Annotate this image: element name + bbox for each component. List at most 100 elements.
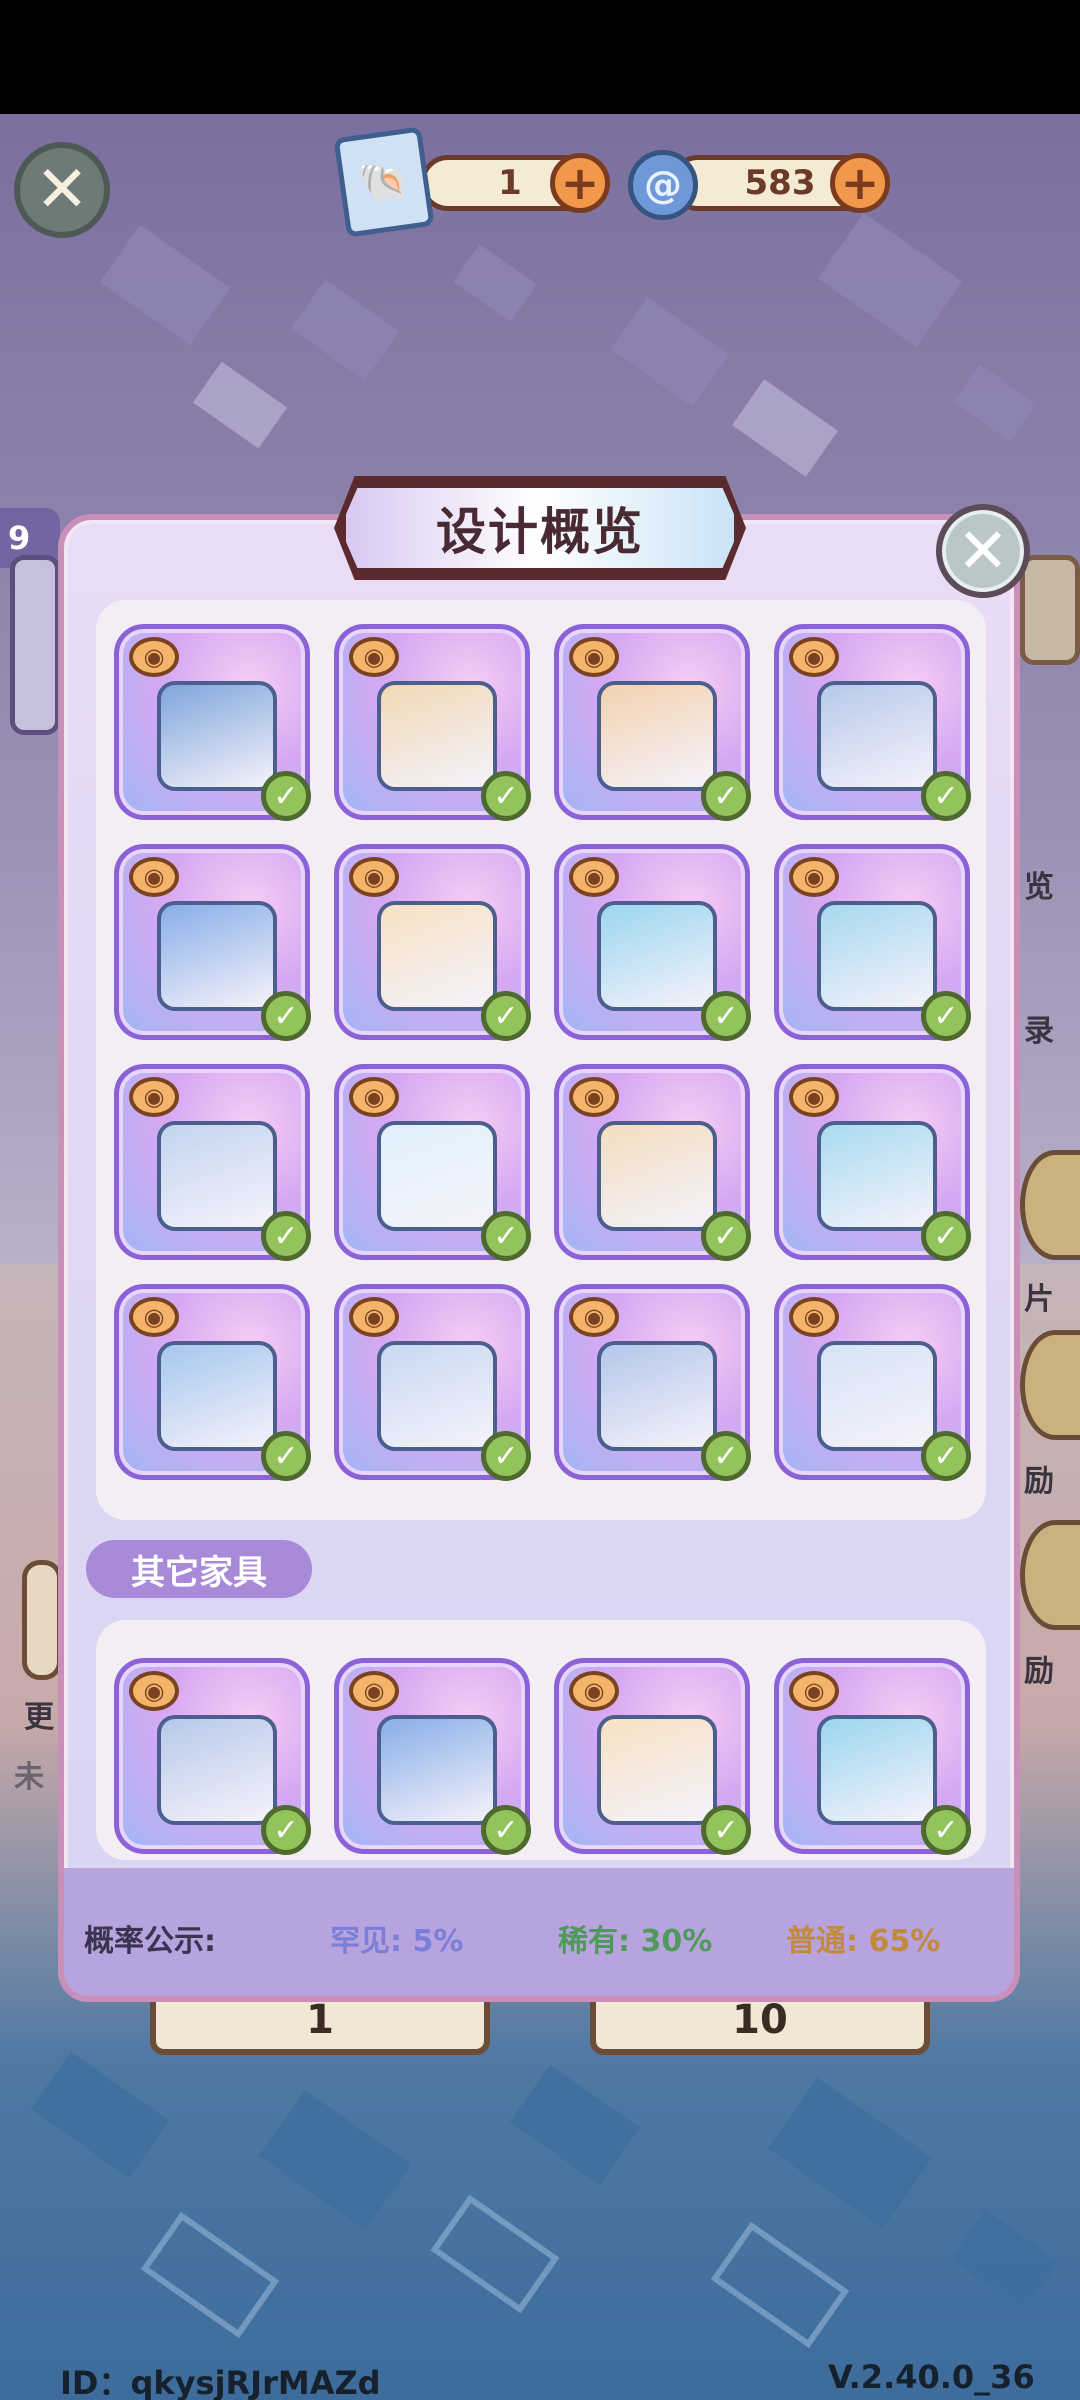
checkmark-icon: ✓ — [481, 771, 531, 821]
checkmark-icon: ✓ — [261, 771, 311, 821]
furniture-card-aquarium-cabinet[interactable]: ◉ ✓ — [774, 844, 971, 1041]
eye-icon[interactable]: ◉ — [789, 1297, 839, 1337]
water-rug-icon — [817, 1121, 937, 1231]
vanity-table-icon — [157, 681, 277, 791]
side-card-right — [1020, 555, 1080, 665]
side-label: 更 — [24, 1700, 54, 1735]
furniture-card-coral-rock[interactable]: ◉ ✓ — [114, 1658, 311, 1855]
furniture-card-canopy-bed[interactable]: ◉ ✓ — [774, 624, 971, 821]
furniture-card-curtain-drape[interactable]: ◉ ✓ — [114, 1064, 311, 1261]
furniture-card-ocean-desk[interactable]: ◉ ✓ — [114, 844, 311, 1041]
furniture-card-arched-window[interactable]: ◉ ✓ — [114, 1284, 311, 1481]
furniture-card-pillar-lamp[interactable]: ◉ ✓ — [554, 624, 751, 821]
furniture-card-whale-decor[interactable]: ◉ ✓ — [554, 1658, 751, 1855]
checkmark-icon: ✓ — [701, 991, 751, 1041]
eye-icon[interactable]: ◉ — [789, 1077, 839, 1117]
aquarium-cabinet-icon — [817, 901, 937, 1011]
checkmark-icon: ✓ — [921, 1431, 971, 1481]
eye-icon[interactable]: ◉ — [129, 637, 179, 677]
conch-decor-icon — [817, 1341, 937, 1451]
side-card-left — [10, 555, 60, 735]
draw-once-label: 1 — [306, 1997, 334, 2043]
checkmark-icon: ✓ — [261, 1431, 311, 1481]
tall-mirror-icon — [377, 1341, 497, 1451]
furniture-card-double-door[interactable]: ◉ ✓ — [554, 1284, 751, 1481]
eye-icon[interactable]: ◉ — [569, 857, 619, 897]
eye-icon[interactable]: ◉ — [129, 1297, 179, 1337]
eye-icon[interactable]: ◉ — [129, 1671, 179, 1711]
furniture-card-vanity-table[interactable]: ◉ ✓ — [114, 624, 311, 821]
side-label: 励 — [1024, 1464, 1054, 1499]
checkmark-icon: ✓ — [921, 771, 971, 821]
side-label: 片 — [1024, 1282, 1054, 1317]
furniture-card-bubble-globe[interactable]: ◉ ✓ — [334, 1064, 531, 1261]
checkmark-icon: ✓ — [481, 1211, 531, 1261]
other-furniture-header: 其它家具 — [86, 1540, 312, 1598]
furniture-card-water-rug[interactable]: ◉ ✓ — [774, 1064, 971, 1261]
coral-reef-icon — [377, 1715, 497, 1825]
eye-icon[interactable]: ◉ — [789, 1671, 839, 1711]
checkmark-icon: ✓ — [701, 1805, 751, 1855]
eye-icon[interactable]: ◉ — [349, 637, 399, 677]
hanging-basket-icon — [817, 1715, 937, 1825]
eye-icon[interactable]: ◉ — [129, 1077, 179, 1117]
checkmark-icon: ✓ — [921, 1211, 971, 1261]
status-bar — [0, 0, 1080, 114]
double-door-icon — [597, 1341, 717, 1451]
furniture-card-conch-decor[interactable]: ◉ ✓ — [774, 1284, 971, 1481]
bubble-globe-icon — [377, 1121, 497, 1231]
modal-title-banner: 设计概览 — [340, 482, 740, 574]
swirl-gem-icon: @ — [628, 150, 698, 220]
eye-icon[interactable]: ◉ — [349, 1077, 399, 1117]
furniture-card-shell-lamp[interactable]: ◉ ✓ — [554, 1064, 751, 1261]
furniture-card-coral-reef[interactable]: ◉ ✓ — [334, 1658, 531, 1855]
eye-icon[interactable]: ◉ — [789, 857, 839, 897]
side-button-left[interactable] — [22, 1560, 62, 1680]
checkmark-icon: ✓ — [261, 1211, 311, 1261]
furniture-card-hanging-basket[interactable]: ◉ ✓ — [774, 1658, 971, 1855]
checkmark-icon: ✓ — [481, 991, 531, 1041]
checkmark-icon: ✓ — [701, 771, 751, 821]
uncommon-rate: 稀有: 30% — [558, 1924, 713, 1959]
checkmark-icon: ✓ — [921, 991, 971, 1041]
rare-rate: 罕见: 5% — [330, 1924, 464, 1959]
furniture-card-shell-bed[interactable]: ◉ ✓ — [554, 844, 751, 1041]
furniture-card-tall-mirror[interactable]: ◉ ✓ — [334, 1284, 531, 1481]
eye-icon[interactable]: ◉ — [349, 1671, 399, 1711]
ocean-desk-icon — [157, 901, 277, 1011]
checkmark-icon: ✓ — [701, 1431, 751, 1481]
eye-icon[interactable]: ◉ — [569, 637, 619, 677]
modal-title: 设计概览 — [436, 503, 644, 561]
eye-icon[interactable]: ◉ — [129, 857, 179, 897]
checkmark-icon: ✓ — [261, 991, 311, 1041]
coral-rock-icon — [157, 1715, 277, 1825]
version-label: V.2.40.0_36 — [828, 2358, 1035, 2396]
close-main-button[interactable]: ✕ — [14, 142, 110, 238]
modal-close-button[interactable]: ✕ — [936, 504, 1030, 598]
eye-icon[interactable]: ◉ — [569, 1077, 619, 1117]
eye-icon[interactable]: ◉ — [569, 1671, 619, 1711]
whale-decor-icon — [597, 1715, 717, 1825]
eye-icon[interactable]: ◉ — [789, 637, 839, 677]
checkmark-icon: ✓ — [261, 1805, 311, 1855]
scroll-icon: 🐚 — [333, 126, 435, 238]
shell-bed-icon — [597, 901, 717, 1011]
checkmark-icon: ✓ — [481, 1431, 531, 1481]
eye-icon[interactable]: ◉ — [569, 1297, 619, 1337]
furniture-card-cushion-stool[interactable]: ◉ ✓ — [334, 844, 531, 1041]
checkmark-icon: ✓ — [921, 1805, 971, 1855]
add-gem-button[interactable]: + — [830, 153, 890, 213]
add-scroll-button[interactable]: + — [550, 153, 610, 213]
close-icon: ✕ — [957, 514, 1009, 587]
draw-ten-label: 10 — [732, 1997, 788, 2043]
eye-icon[interactable]: ◉ — [349, 1297, 399, 1337]
chaise-lounge-icon — [377, 681, 497, 791]
side-label: 励 — [1024, 1654, 1054, 1689]
checkmark-icon: ✓ — [701, 1211, 751, 1261]
eye-icon[interactable]: ◉ — [349, 857, 399, 897]
checkmark-icon: ✓ — [481, 1805, 531, 1855]
furniture-card-chaise-lounge[interactable]: ◉ ✓ — [334, 624, 531, 821]
user-id: ID：qkysjRJrMAZd — [60, 2364, 381, 2400]
common-rate: 普通: 65% — [786, 1924, 941, 1959]
probability-label: 概率公示: — [84, 1924, 216, 1959]
